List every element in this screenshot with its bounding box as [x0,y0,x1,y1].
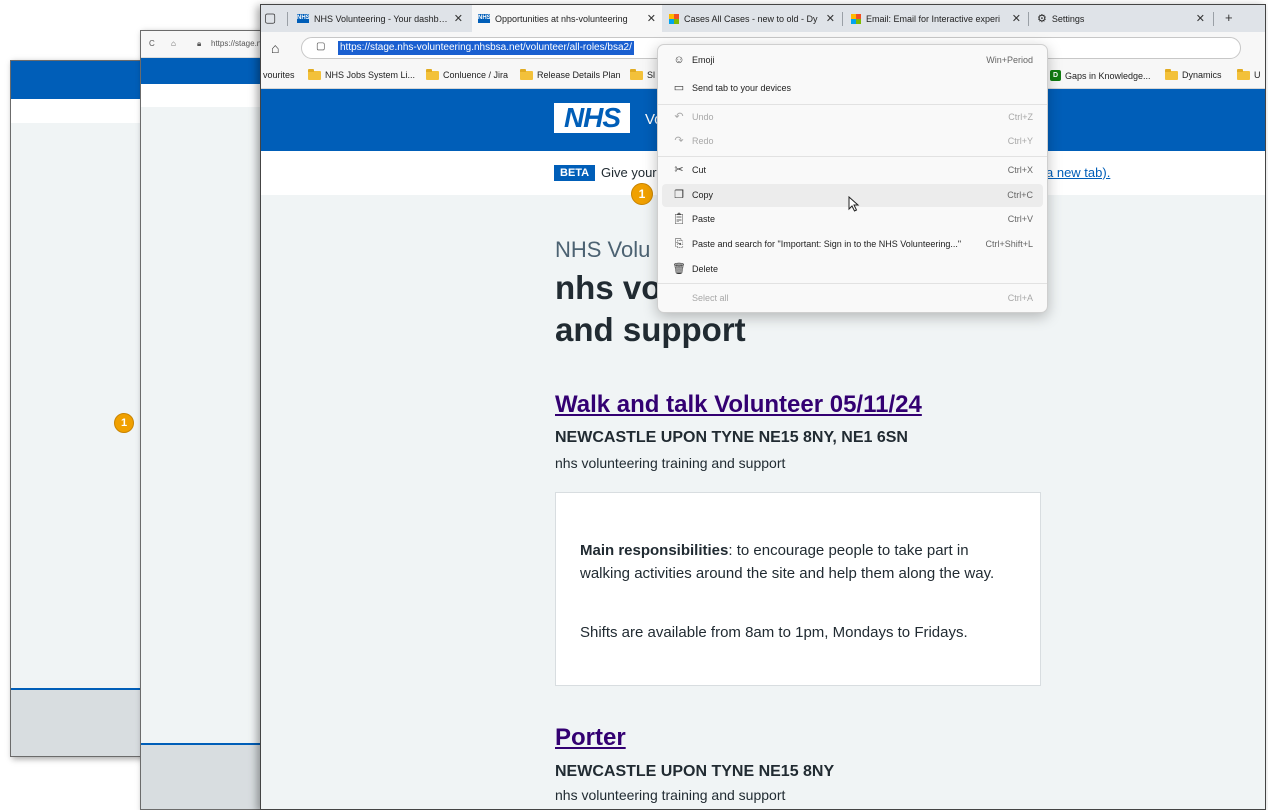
context-menu: ☺ Emoji Win+Period ▭ Send tab to your de… [657,44,1048,313]
nhs-logo[interactable]: NHS [554,103,630,133]
address-url-selected[interactable]: https://stage.nhs-volunteering.nhsbsa.ne… [338,41,634,55]
folder-icon [630,68,643,80]
menu-item-delete[interactable]: 🗑︎ Delete [662,258,1043,281]
undo-icon: ↶ [674,111,684,123]
folder-icon [426,68,439,80]
folder-icon [1237,68,1250,80]
organisation-caption: NHS Volu [555,237,651,262]
close-icon[interactable]: ✕ [454,12,463,25]
close-icon[interactable]: ✕ [1012,12,1021,25]
menu-item-undo[interactable]: ↶ Undo Ctrl+Z [662,106,1043,129]
dynamics-favicon-icon [851,13,861,24]
close-icon[interactable]: ✕ [1196,12,1205,25]
tab-opportunities[interactable]: NHS Opportunities at nhs-volunteering ✕ [472,5,662,32]
beta-text: Give your [601,165,657,180]
tab-bar: ▢ NHS NHS Volunteering - Your dashboa ✕ … [261,5,1265,32]
dynamics-favicon-icon [669,13,679,24]
tab-cases[interactable]: Cases All Cases - new to old - Dy ✕ [663,5,841,32]
role-location: NEWCASTLE UPON TYNE NE15 8NY [555,763,835,780]
refresh-icon[interactable]: C [149,39,155,48]
emoji-icon: ☺ [673,54,685,66]
nhs-favicon-icon: NHS [478,14,491,23]
address-url[interactable]: https://stage.nh [211,39,266,48]
menu-item-emoji[interactable]: ☺ Emoji Win+Period [662,49,1043,72]
redo-icon: ↷ [674,135,684,147]
send-tab-icon: ▭ [673,82,685,94]
role-shifts: Shifts are available from 8am to 1pm, Mo… [580,624,968,641]
favourite-release-plan[interactable]: Release Details Plan [520,68,621,80]
role-responsibilities: Main responsibilities: to encourage peop… [580,542,995,582]
menu-item-paste-search[interactable]: ⎘ Paste and search for "Important: Sign … [662,233,1043,256]
paste-icon: 📋︎ [672,213,686,225]
favourite-nhs-jobs[interactable]: NHS Jobs System Li... [308,68,415,80]
trash-icon: 🗑︎ [672,263,686,275]
scissors-icon: ✂ [674,164,684,176]
favourite-dynamics[interactable]: Dynamics [1165,68,1222,80]
favourite-sl[interactable]: Sl [630,68,655,80]
step-marker: 1 [631,183,653,205]
close-icon[interactable]: ✕ [647,12,656,25]
role-summary-card: Main responsibilities: to encourage peop… [555,492,1041,686]
home-icon[interactable]: ⌂ [271,40,279,56]
nhs-favicon-icon: NHS [297,14,310,23]
tab-email[interactable]: Email: Email for Interactive experi ✕ [845,5,1027,32]
favourite-u[interactable]: U [1237,68,1261,80]
role-organisation: nhs volunteering training and support [555,787,786,803]
tab-dashboard[interactable]: NHS NHS Volunteering - Your dashboa ✕ [291,5,469,32]
menu-item-send-tab[interactable]: ▭ Send tab to your devices [662,77,1043,100]
favourite-confluence[interactable]: Conluence / Jira [426,68,508,80]
favourite-gaps[interactable]: D Gaps in Knowledge... [1050,70,1151,81]
lock-icon[interactable]: ▢ [316,41,325,52]
close-icon[interactable]: ✕ [826,12,835,25]
role-location: NEWCASTLE UPON TYNE NE15 8NY, NE1 6SN [555,429,908,446]
feedback-link[interactable]: a new tab). [1046,165,1110,180]
menu-item-select-all[interactable]: Select all Ctrl+A [662,287,1043,310]
folder-icon [1165,68,1178,80]
lock-icon: 🔒︎ [197,39,202,48]
gear-icon: ⚙ [1037,13,1047,25]
favourites-label[interactable]: vourites [263,70,295,80]
dynamics-icon: D [1050,70,1061,81]
tab-actions-icon[interactable]: ▢ [264,10,276,26]
folder-icon [308,68,321,80]
role-title-link[interactable]: Walk and talk Volunteer 05/11/24 [555,391,922,419]
home-icon[interactable]: ⌂ [171,39,176,48]
copy-icon: ❐ [674,189,684,201]
menu-item-cut[interactable]: ✂ Cut Ctrl+X [662,159,1043,182]
paste-search-icon: ⎘ [674,238,684,250]
folder-icon [520,68,533,80]
new-tab-icon[interactable]: + [1225,10,1233,25]
role-organisation: nhs volunteering training and support [555,455,786,471]
menu-item-redo[interactable]: ↷ Redo Ctrl+Y [662,130,1043,153]
step-marker: 1 [114,413,134,433]
role-title-link[interactable]: Porter [555,724,626,752]
beta-tag: BETA [554,165,596,181]
mouse-cursor-icon [848,196,860,212]
tab-settings[interactable]: ⚙ Settings ✕ [1031,5,1211,32]
